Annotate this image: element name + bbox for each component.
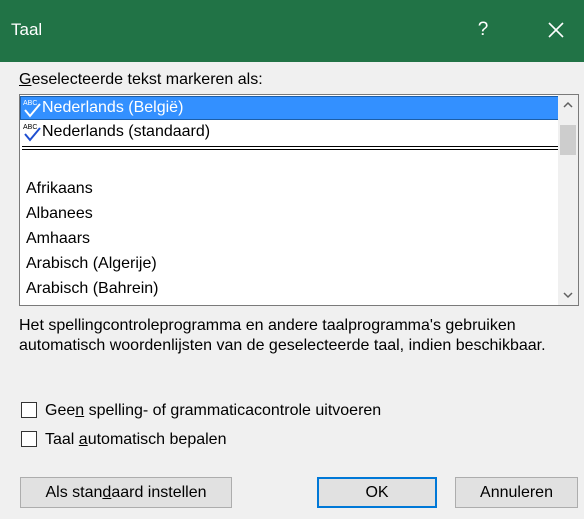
dialog-title: Taal — [11, 20, 43, 39]
svg-text:ABC: ABC — [23, 100, 37, 107]
info-text: Het spellingcontroleprogramma en andere … — [19, 317, 546, 354]
detect-language-label: Taal automatisch bepalen — [45, 431, 227, 448]
list-item[interactable]: Afrikaans — [20, 177, 560, 201]
svg-text:ABC: ABC — [23, 124, 37, 131]
no-proofing-option[interactable]: Geen spelling- of grammaticacontrole uit… — [19, 399, 459, 423]
scroll-thumb[interactable] — [560, 125, 576, 155]
scroll-up-button[interactable] — [558, 95, 578, 115]
list-item-label: Nederlands (standaard) — [42, 123, 211, 140]
close-icon — [548, 22, 564, 38]
list-scrollbar[interactable] — [558, 95, 578, 305]
list-item[interactable]: Arabisch (Bahrein) — [20, 277, 560, 301]
list-item-label: Nederlands (België) — [42, 99, 184, 116]
list-label: Geselecteerde tekst markeren als: — [19, 71, 263, 89]
list-label-text: eselecteerde tekst markeren als: — [31, 71, 263, 88]
list-divider — [22, 146, 558, 147]
language-listbox[interactable]: ABC Nederlands (België) ABC Nederlands (… — [19, 94, 579, 306]
list-item-nederlands-belgie[interactable]: ABC Nederlands (België) — [20, 96, 560, 120]
spellcheck-icon: ABC — [23, 100, 41, 118]
chevron-up-icon — [563, 101, 573, 108]
language-dialog: Taal ? Geselecteerde tekst markeren als:… — [0, 0, 584, 519]
cancel-button[interactable]: Annuleren — [455, 477, 578, 508]
list-divider — [22, 149, 558, 150]
list-item[interactable]: Amhaars — [20, 227, 560, 251]
detect-language-option[interactable]: Taal automatisch bepalen — [19, 428, 279, 452]
spellcheck-icon: ABC — [23, 124, 41, 142]
close-button[interactable] — [540, 14, 572, 46]
list-item[interactable]: Arabisch (Algerije) — [20, 252, 560, 276]
ok-button[interactable]: OK — [317, 477, 437, 508]
set-default-button[interactable]: Als standaard instellen — [20, 477, 232, 508]
list-item[interactable]: Albanees — [20, 202, 560, 226]
no-proofing-checkbox[interactable] — [21, 402, 37, 418]
chevron-down-icon — [563, 292, 573, 299]
detect-language-checkbox[interactable] — [21, 431, 37, 447]
list-label-accesskey: G — [19, 71, 32, 88]
no-proofing-label: Geen spelling- of grammaticacontrole uit… — [45, 402, 382, 419]
scroll-down-button[interactable] — [558, 285, 578, 305]
help-button[interactable]: ? — [468, 13, 498, 47]
list-item-nederlands-standaard[interactable]: ABC Nederlands (standaard) — [20, 120, 560, 144]
title-bar: Taal ? — [0, 0, 584, 62]
